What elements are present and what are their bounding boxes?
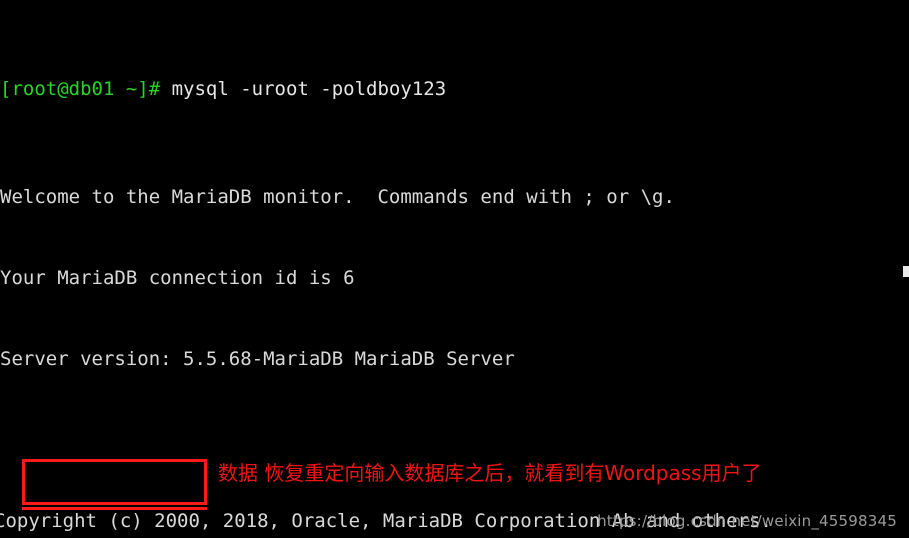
output-line-blank: [0, 427, 909, 454]
terminal-window[interactable]: [root@db01 ~]# mysql -uroot -poldboy123 …: [0, 0, 909, 538]
shell-prompt: [root@db01 ~]#: [0, 78, 161, 100]
output-line: Welcome to the MariaDB monitor. Commands…: [0, 186, 675, 208]
output-line: Copyright (c) 2000, 2018, Oracle, MariaD…: [0, 510, 772, 532]
output-line: Server version: 5.5.68-MariaDB MariaDB S…: [0, 348, 515, 370]
output-line: Your MariaDB connection id is 6: [0, 267, 355, 289]
shell-command-line: [root@db01 ~]# mysql -uroot -poldboy123: [0, 76, 909, 103]
shell-command: mysql -uroot -poldboy123: [160, 78, 447, 100]
terminal-output[interactable]: [root@db01 ~]# mysql -uroot -poldboy123 …: [0, 0, 909, 538]
